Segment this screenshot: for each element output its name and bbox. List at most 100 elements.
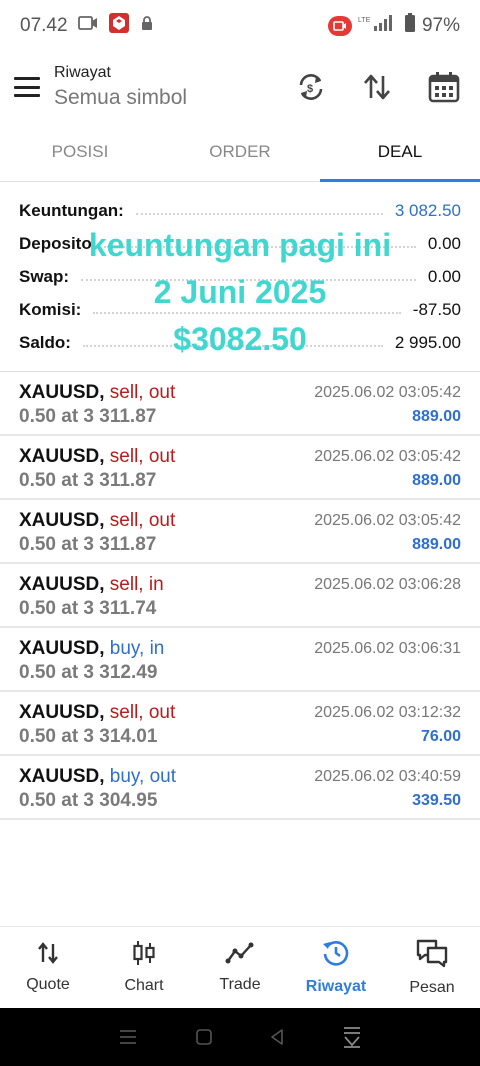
deal-side: sell, out xyxy=(109,510,176,531)
deal-separator: , xyxy=(99,382,105,403)
svg-text:$: $ xyxy=(307,83,313,95)
tab-order[interactable]: ORDER xyxy=(160,122,320,181)
deal-volume-price: 0.50 at 3 311.87 xyxy=(19,470,157,491)
balance-label: Saldo: xyxy=(19,332,77,353)
summary-row-commission: Komisi: -87.50 xyxy=(0,293,480,326)
video-app-icon xyxy=(77,15,98,37)
nav-chart[interactable]: Chart xyxy=(96,927,192,1008)
nav-riwayat[interactable]: Riwayat xyxy=(288,927,384,1008)
deal-side: sell, out xyxy=(109,382,176,403)
symbol-filter[interactable]: Semua simbol xyxy=(54,86,187,110)
balance-value: 2 995.00 xyxy=(388,332,461,353)
deal-separator: , xyxy=(99,446,105,467)
deal-side: sell, out xyxy=(109,702,176,723)
deal-profit: 889.00 xyxy=(412,472,461,489)
nav-quote[interactable]: Quote xyxy=(0,927,96,1008)
deal-profit: 889.00 xyxy=(412,536,461,553)
app-header: Riwayat Semua simbol $ xyxy=(0,52,480,122)
header-title-block[interactable]: Riwayat Semua simbol xyxy=(54,64,187,110)
bottom-navigation: Quote Chart Trade Riwayat Pesan xyxy=(0,926,480,1008)
screen-record-icon xyxy=(327,16,352,36)
deal-row[interactable]: XAUUSD, buy, in 0.50 at 3 312.49 2025.06.0… xyxy=(0,628,480,692)
nav-trade[interactable]: Trade xyxy=(192,927,288,1008)
deal-symbol: XAUUSD xyxy=(19,766,100,787)
deal-volume-price: 0.50 at 3 312.49 xyxy=(19,662,158,683)
deal-separator: , xyxy=(99,702,105,723)
profit-value: 3 082.50 xyxy=(388,200,461,221)
deal-time: 2025.06.02 03:12:32 xyxy=(314,704,461,721)
back-icon[interactable] xyxy=(269,1028,285,1046)
summary-row-balance: Saldo: 2 995.00 xyxy=(0,326,480,359)
deal-time: 2025.06.02 03:05:42 xyxy=(314,384,461,401)
deal-row[interactable]: XAUUSD, sell, out 0.50 at 3 311.87 2025.06… xyxy=(0,436,480,500)
deal-time: 2025.06.02 03:06:31 xyxy=(314,640,461,657)
deal-side: buy, out xyxy=(109,766,176,787)
nav-pesan-label: Pesan xyxy=(409,979,455,996)
refresh-currency-icon[interactable]: $ xyxy=(296,72,326,102)
status-bar: 07.42 LTE 97% xyxy=(0,0,480,52)
messages-icon xyxy=(416,938,448,973)
svg-text:LTE: LTE xyxy=(358,17,371,24)
deal-separator: , xyxy=(99,574,105,595)
nav-pesan[interactable]: Pesan xyxy=(384,927,480,1008)
lock-icon xyxy=(140,15,154,37)
deal-symbol: XAUUSD xyxy=(19,574,100,595)
deal-row[interactable]: XAUUSD, sell, out 0.50 at 3 314.01 2025.06… xyxy=(0,692,480,756)
summary-row-deposit: Deposito 0.00 xyxy=(0,227,480,260)
menu-icon[interactable] xyxy=(14,77,40,97)
system-navigation-bar xyxy=(0,1008,480,1066)
recent-apps-icon[interactable] xyxy=(118,1028,138,1046)
deal-symbol: XAUUSD xyxy=(19,702,100,723)
deposit-label: Deposito xyxy=(19,233,98,254)
battery-icon xyxy=(404,13,416,39)
deal-symbol: XAUUSD xyxy=(19,510,100,531)
deal-row[interactable]: XAUUSD, sell, out 0.50 at 3 311.87 2025.06… xyxy=(0,500,480,564)
home-icon[interactable] xyxy=(195,1028,213,1046)
history-icon xyxy=(322,939,350,972)
nav-chart-label: Chart xyxy=(124,977,164,994)
deal-time: 2025.06.02 03:05:42 xyxy=(314,512,461,529)
deal-title: XAUUSD, buy, out xyxy=(19,766,176,788)
swap-label: Swap: xyxy=(19,266,76,287)
commission-value: -87.50 xyxy=(406,299,461,320)
deposit-value: 0.00 xyxy=(421,233,461,254)
deal-row[interactable]: XAUUSD, buy, out 0.50 at 3 304.95 2025.06.… xyxy=(0,756,480,820)
tab-posisi[interactable]: POSISI xyxy=(0,122,160,181)
app-notification-icon xyxy=(108,12,130,40)
calendar-icon[interactable] xyxy=(428,71,460,103)
lte-signal-icon: LTE xyxy=(358,14,398,38)
deal-row[interactable]: XAUUSD, sell, in 0.50 at 3 311.74 2025.06.… xyxy=(0,564,480,628)
history-tabs: POSISI ORDER DEAL xyxy=(0,122,480,182)
deal-symbol: XAUUSD xyxy=(19,638,100,659)
deal-volume-price: 0.50 at 3 311.87 xyxy=(19,534,157,555)
summary-row-swap: Swap: 0.00 xyxy=(0,260,480,293)
deal-separator: , xyxy=(99,638,105,659)
deal-profit: 339.50 xyxy=(412,792,461,809)
nav-quote-label: Quote xyxy=(26,976,70,993)
deal-volume-price: 0.50 at 3 314.01 xyxy=(19,726,158,747)
profit-label: Keuntungan: xyxy=(19,200,130,221)
deal-side: sell, in xyxy=(109,574,164,595)
deal-volume-price: 0.50 at 3 304.95 xyxy=(19,790,158,811)
deal-symbol: XAUUSD xyxy=(19,382,100,403)
deal-separator: , xyxy=(99,510,105,531)
deal-separator: , xyxy=(99,766,105,787)
battery-percent: 97% xyxy=(421,15,460,36)
deal-title: XAUUSD, buy, in xyxy=(19,638,164,660)
deal-time: 2025.06.02 03:05:42 xyxy=(314,448,461,465)
trade-icon xyxy=(225,941,255,970)
deal-time: 2025.06.02 03:06:28 xyxy=(314,576,461,593)
deal-volume-price: 0.50 at 3 311.87 xyxy=(19,406,157,427)
hide-nav-icon[interactable] xyxy=(342,1026,362,1048)
tab-deal[interactable]: DEAL xyxy=(320,122,480,182)
deal-row[interactable]: XAUUSD, sell, out 0.50 at 3 311.87 2025.06… xyxy=(0,372,480,436)
deal-title: XAUUSD, sell, out xyxy=(19,510,175,532)
sort-icon[interactable] xyxy=(362,72,392,102)
chart-icon xyxy=(132,940,156,971)
deal-title: XAUUSD, sell, out xyxy=(19,702,175,724)
quote-icon xyxy=(36,941,60,970)
deal-side: sell, out xyxy=(109,446,176,467)
deals-list: XAUUSD, sell, out 0.50 at 3 311.87 2025.06… xyxy=(0,371,480,820)
nav-trade-label: Trade xyxy=(219,976,261,993)
nav-riwayat-label: Riwayat xyxy=(305,978,367,995)
